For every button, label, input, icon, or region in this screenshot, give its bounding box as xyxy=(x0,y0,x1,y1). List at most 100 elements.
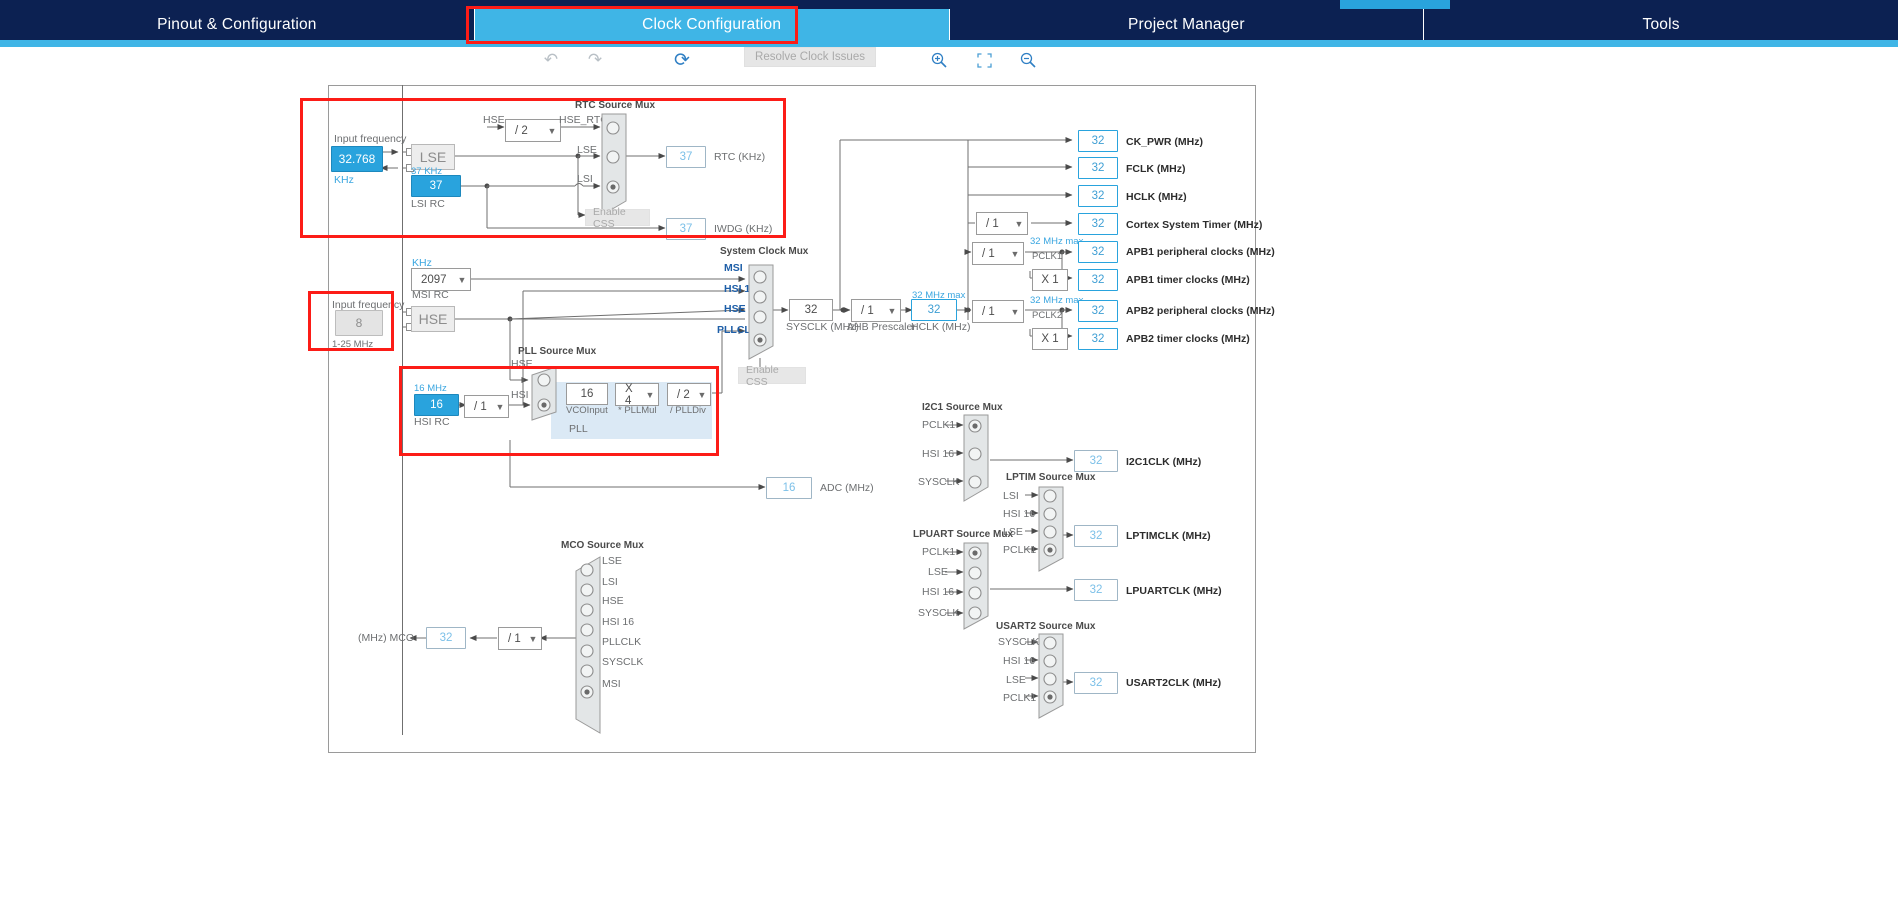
enable-css-lse-button[interactable]: Enable CSS xyxy=(585,206,650,230)
mco-output-label: (MHz) MCO xyxy=(358,632,414,644)
apb1-prescaler-select[interactable]: / 1 ▼ xyxy=(972,242,1024,265)
tab-label: Clock Configuration xyxy=(642,15,782,33)
rtc-mux-input-lsi: LSI xyxy=(577,173,593,185)
apb1-peripheral-value[interactable]: 32 xyxy=(1078,241,1118,263)
tab-project-manager[interactable]: Project Manager xyxy=(950,9,1425,40)
redo-icon[interactable]: ↷ xyxy=(582,47,608,73)
pll-source-mux[interactable] xyxy=(531,366,557,421)
chevron-down-icon: ▼ xyxy=(457,274,467,285)
i2c1-source-mux[interactable] xyxy=(963,414,989,502)
hclk-out-value[interactable]: 32 xyxy=(1078,185,1118,207)
lsi-rc-label: LSI RC xyxy=(411,198,445,210)
sysmux-input-hse: HSE xyxy=(724,303,746,315)
apb2-peripheral-value[interactable]: 32 xyxy=(1078,300,1118,322)
iwdg-output-value[interactable]: 37 xyxy=(666,218,706,240)
pll-div-select[interactable]: / 2 ▼ xyxy=(667,383,711,406)
ahb-prescaler-value: / 1 xyxy=(861,304,874,317)
hsi-divider-select[interactable]: / 1 ▼ xyxy=(464,395,509,418)
chevron-down-icon: ▼ xyxy=(1010,306,1020,317)
usart2-source-mux[interactable] xyxy=(1038,633,1064,719)
apb1-timer-multiplier[interactable]: X 1 xyxy=(1032,269,1068,291)
window-title-strip xyxy=(0,0,1898,9)
lpuart-output-value[interactable]: 32 xyxy=(1074,579,1118,601)
lsi-value[interactable]: 37 xyxy=(411,175,461,197)
ahb-prescaler-select[interactable]: / 1 ▼ xyxy=(851,299,901,322)
mco-source-mux[interactable] xyxy=(575,556,601,734)
lpuart-source-mux[interactable] xyxy=(963,542,989,630)
hsi-unit-label: 16 MHz xyxy=(414,383,447,394)
apb2-peripheral-label: APB2 peripheral clocks (MHz) xyxy=(1126,305,1275,317)
pll-mul-select[interactable]: X 4 ▼ xyxy=(615,383,659,407)
mco-output-value[interactable]: 32 xyxy=(426,627,466,649)
fclk-value[interactable]: 32 xyxy=(1078,157,1118,179)
tab-bar-accent-line xyxy=(0,40,1898,47)
lptim-output-value[interactable]: 32 xyxy=(1074,525,1118,547)
ck-pwr-value[interactable]: 32 xyxy=(1078,130,1118,152)
pll-vco-input-value[interactable]: 16 xyxy=(566,383,608,405)
zoom-in-icon[interactable] xyxy=(926,47,952,73)
iwdg-output-label: IWDG (KHz) xyxy=(714,223,773,235)
fit-to-screen-icon[interactable] xyxy=(971,47,997,73)
apb2-prescaler-select[interactable]: / 1 ▼ xyxy=(972,300,1024,323)
tab-label: Pinout & Configuration xyxy=(157,15,317,33)
tab-clock-configuration[interactable]: Clock Configuration xyxy=(474,9,950,40)
lptim-source-mux[interactable] xyxy=(1038,486,1064,572)
chevron-down-icon: ▼ xyxy=(645,389,655,400)
cortex-timer-label: Cortex System Timer (MHz) xyxy=(1126,219,1263,231)
apb1-max-note: 32 MHz max xyxy=(1030,236,1084,247)
sysclk-value[interactable]: 32 xyxy=(789,299,833,321)
tab-label: Project Manager xyxy=(1128,15,1245,33)
lse-input-frequency-value[interactable]: 32.768 xyxy=(331,146,383,172)
resolve-clock-issues-button[interactable]: Resolve Clock Issues xyxy=(744,47,876,67)
undo-icon[interactable]: ↶ xyxy=(538,47,564,73)
i2c1-output-value[interactable]: 32 xyxy=(1074,450,1118,472)
hse-input-frequency-value[interactable]: 8 xyxy=(335,310,383,336)
enable-css-system-button[interactable]: Enable CSS xyxy=(738,364,806,388)
chevron-down-icon: ▼ xyxy=(1010,248,1020,259)
usart2-input-lse: LSE xyxy=(1006,674,1026,686)
system-clock-mux-title: System Clock Mux xyxy=(720,246,809,257)
zoom-out-icon[interactable] xyxy=(1015,47,1041,73)
cortex-timer-value[interactable]: 32 xyxy=(1078,213,1118,235)
usart2-source-mux-title: USART2 Source Mux xyxy=(996,621,1096,632)
system-clock-mux[interactable] xyxy=(748,264,774,360)
lpuart-source-mux-title: LPUART Source Mux xyxy=(913,529,1014,540)
lptim-source-mux-title: LPTIM Source Mux xyxy=(1006,472,1096,483)
mco-divider-select[interactable]: / 1 ▼ xyxy=(498,627,542,650)
hsi-value[interactable]: 16 xyxy=(414,394,459,416)
rtc-source-mux-title: RTC Source Mux xyxy=(575,100,656,111)
hse-oscillator[interactable]: HSE xyxy=(411,306,455,332)
mco-input-sysclk: SYSCLK xyxy=(602,656,644,668)
tab-pinout-configuration[interactable]: Pinout & Configuration xyxy=(0,9,475,40)
rtc-source-mux[interactable] xyxy=(601,113,627,216)
msi-frequency-select[interactable]: 2097 ▼ xyxy=(411,268,471,291)
apb1-timer-value[interactable]: 32 xyxy=(1078,269,1118,291)
apb2-timer-value[interactable]: 32 xyxy=(1078,328,1118,350)
tab-label: Tools xyxy=(1642,15,1680,33)
apb2-timer-multiplier[interactable]: X 1 xyxy=(1032,328,1068,350)
pll-mux-input-hse: HSE xyxy=(511,358,533,370)
zoom-out-glyph xyxy=(1020,52,1036,68)
ahb-prescaler-label: AHB Prescaler xyxy=(847,321,916,333)
lptim-input-lsi: LSI xyxy=(1003,490,1019,502)
rtc-output-value[interactable]: 37 xyxy=(666,146,706,168)
usart2-input-sysclk: SYSCLK xyxy=(998,636,1040,648)
mco-source-mux-title: MCO Source Mux xyxy=(561,540,644,551)
i2c1-input-sysclk: SYSCLK xyxy=(918,476,960,488)
tab-tools[interactable]: Tools xyxy=(1424,9,1898,40)
rtc-mux-input-lse: LSE xyxy=(577,144,597,156)
hse-rtc-divider-select[interactable]: / 2 ▼ xyxy=(505,119,561,142)
hse-rtc-input-label: HSE xyxy=(483,114,505,126)
usart2-output-value[interactable]: 32 xyxy=(1074,672,1118,694)
adc-value[interactable]: 16 xyxy=(766,477,812,499)
refresh-icon[interactable]: ⟳ xyxy=(669,47,695,73)
main-tab-bar[interactable]: Pinout & Configuration Clock Configurati… xyxy=(0,9,1898,40)
sysmux-input-msi: MSI xyxy=(724,262,743,274)
i2c1-output-label: I2C1CLK (MHz) xyxy=(1126,456,1202,468)
enable-css-lse-label: Enable CSS xyxy=(593,205,626,230)
hclk-value[interactable]: 32 xyxy=(911,299,957,321)
chevron-down-icon: ▼ xyxy=(547,125,557,136)
cortex-timer-divider-select[interactable]: / 1 ▼ xyxy=(976,212,1028,235)
msi-value: 2097 xyxy=(421,273,447,286)
cortex-timer-divider-value: / 1 xyxy=(986,217,999,230)
